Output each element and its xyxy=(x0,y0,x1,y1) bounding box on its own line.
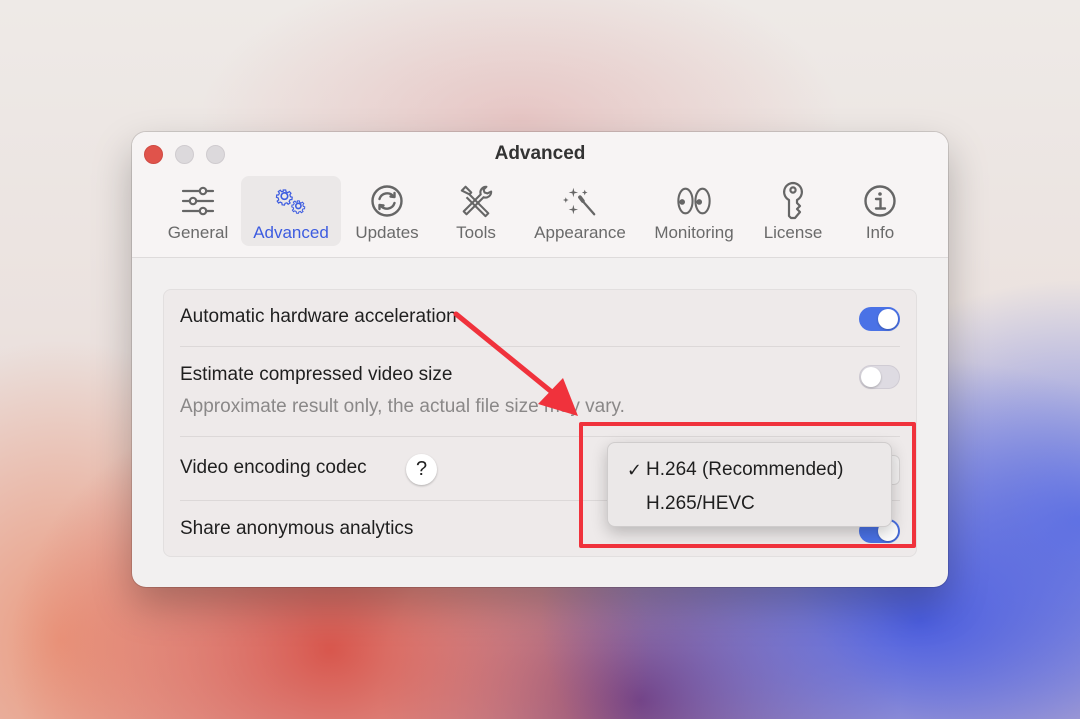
hardware-acceleration-toggle[interactable] xyxy=(859,307,900,331)
tab-label: Info xyxy=(865,223,895,242)
magic-wand-icon xyxy=(562,183,598,219)
sliders-icon xyxy=(180,183,216,219)
eyes-icon xyxy=(676,183,712,219)
menu-item-label: H.264 (Recommended) xyxy=(646,459,844,480)
checkmark-icon: ✓ xyxy=(626,459,642,480)
tab-license[interactable]: License xyxy=(747,176,839,246)
preference-tabs: General Advanced Updates Tools Appearanc… xyxy=(155,176,921,246)
tab-tools[interactable]: Tools xyxy=(433,176,519,246)
tab-advanced[interactable]: Advanced xyxy=(241,176,341,246)
refresh-icon xyxy=(369,183,405,219)
tab-label: Updates xyxy=(355,223,419,242)
tab-label: Tools xyxy=(456,223,496,242)
info-icon xyxy=(862,183,898,219)
tab-appearance[interactable]: Appearance xyxy=(519,176,641,246)
setting-description: Approximate result only, the actual file… xyxy=(180,396,625,417)
setting-label: Automatic hardware acceleration xyxy=(180,306,457,327)
estimate-size-toggle[interactable] xyxy=(859,365,900,389)
tab-monitoring[interactable]: Monitoring xyxy=(641,176,747,246)
tab-info[interactable]: Info xyxy=(839,176,921,246)
tab-label: General xyxy=(167,223,229,242)
tab-general[interactable]: General xyxy=(155,176,241,246)
advanced-settings-pane: Automatic hardware acceleration Estimate… xyxy=(132,259,948,587)
tools-icon xyxy=(458,183,494,219)
tab-label: Monitoring xyxy=(654,223,734,242)
codec-dropdown-menu: ✓ H.264 (Recommended) H.265/HEVC xyxy=(607,442,892,527)
key-icon xyxy=(775,181,811,220)
setting-hardware-acceleration: Automatic hardware acceleration xyxy=(180,306,900,334)
help-button[interactable]: ? xyxy=(406,454,437,485)
menu-item-h265[interactable]: H.265/HEVC xyxy=(608,487,891,521)
gears-icon xyxy=(273,183,309,219)
setting-label: Estimate compressed video size xyxy=(180,364,453,385)
tab-updates[interactable]: Updates xyxy=(341,176,433,246)
toggle-knob xyxy=(861,367,881,387)
toolbar: Advanced General Advanced Updates Tools … xyxy=(132,132,948,258)
setting-label: Video encoding codec xyxy=(180,457,367,478)
tab-label: License xyxy=(763,223,823,242)
toggle-knob xyxy=(878,309,898,329)
divider xyxy=(180,346,900,347)
menu-item-label: H.265/HEVC xyxy=(646,493,755,514)
tab-label: Appearance xyxy=(534,223,626,242)
setting-estimate-size: Estimate compressed video size Approxima… xyxy=(180,364,900,424)
tab-label: Advanced xyxy=(253,223,329,242)
divider xyxy=(180,436,900,437)
window-title: Advanced xyxy=(494,143,586,164)
setting-label: Share anonymous analytics xyxy=(180,518,414,539)
menu-item-h264[interactable]: ✓ H.264 (Recommended) xyxy=(608,453,891,487)
